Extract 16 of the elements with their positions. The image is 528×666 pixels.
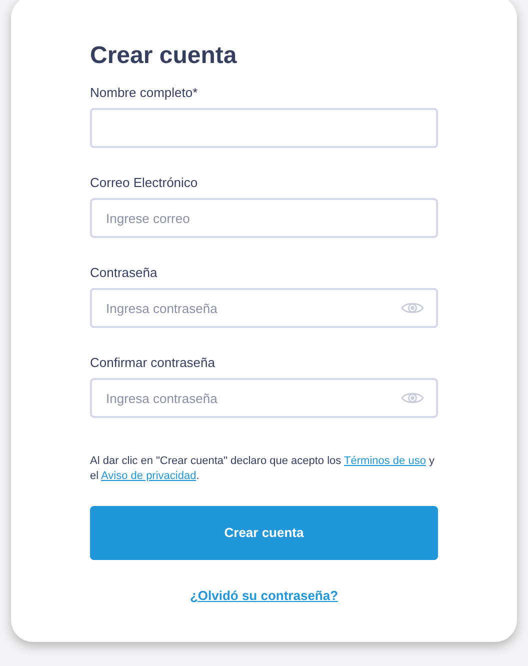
create-account-button[interactable]: Crear cuenta (90, 506, 438, 560)
eye-icon[interactable] (401, 301, 424, 315)
terms-link[interactable]: Aviso de privacidad (101, 470, 196, 482)
eye-icon[interactable] (401, 391, 424, 405)
field-label: Contraseña (90, 264, 158, 282)
input-field[interactable]: Ingrese correo (90, 198, 438, 238)
field-label: Confirmar contraseña (90, 354, 216, 372)
page-title: Crear cuenta (90, 41, 238, 71)
terms-link[interactable]: Términos de uso (344, 455, 426, 467)
field-label: Nombre completo* (90, 84, 199, 102)
password-field[interactable]: Ingresa contraseña (90, 288, 438, 328)
password-field[interactable]: Ingresa contraseña (90, 378, 438, 418)
forgot-password-link[interactable]: ¿Olvidó su contraseña? (190, 586, 338, 606)
terms-text: Al dar clic en "Crear cuenta" declaro que acepto los Términos de uso y el Aviso de privacidad. (90, 454, 436, 484)
field-label: Correo Electrónico (90, 174, 199, 192)
input-field[interactable] (90, 108, 438, 148)
